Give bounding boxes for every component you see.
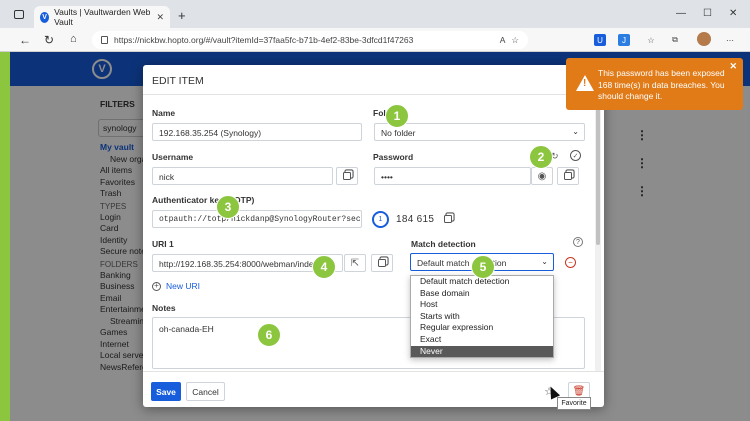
extension-icon[interactable]: J <box>618 34 630 46</box>
new-tab-icon[interactable]: + <box>178 8 186 23</box>
cancel-button[interactable]: Cancel <box>186 382 225 401</box>
back-icon[interactable]: ← <box>19 33 31 47</box>
annotation-marker-6: 6 <box>257 323 281 347</box>
copy-icon <box>564 172 572 180</box>
more-icon[interactable]: ⋯ <box>724 34 736 46</box>
bitwarden-extension-icon[interactable]: U <box>594 34 606 46</box>
annotation-marker-4: 4 <box>312 255 336 279</box>
tab-actions-icon[interactable] <box>14 10 24 19</box>
uri-label: URI 1 <box>152 239 174 249</box>
match-option[interactable]: Host <box>411 299 553 311</box>
annotation-marker-1: 1 <box>385 104 409 128</box>
password-label: Password <box>373 152 414 162</box>
totp-input[interactable]: otpauth://totp/nickdanp@SynologyRouter?s… <box>152 210 362 228</box>
toast-message: This password has been exposed 168 time(… <box>598 68 725 101</box>
annotation-marker-3: 3 <box>216 195 240 219</box>
address-bar: ← ↻ ⌂ https://nickbw.hopto.org/#/vault?i… <box>0 28 750 52</box>
match-detection-label: Match detection <box>411 239 476 249</box>
name-label: Name <box>152 108 176 118</box>
copy-totp-button[interactable] <box>437 210 459 228</box>
match-option[interactable]: Base domain <box>411 288 553 300</box>
close-tab-icon[interactable]: ✕ <box>156 12 164 23</box>
copy-icon <box>444 215 452 223</box>
external-link-icon: ⇱ <box>350 257 360 269</box>
warning-icon: ! <box>576 75 594 91</box>
copy-password-button[interactable] <box>557 167 579 185</box>
match-option[interactable]: Regular expression <box>411 322 553 334</box>
modal-footer: Save Cancel ☆ 🗑 <box>143 371 604 407</box>
match-detection-dropdown: Default match detection Base domain Host St… <box>410 275 554 359</box>
password-exposed-toast: ! This password has been exposed 168 tim… <box>566 58 743 110</box>
new-uri-button[interactable]: + New URI <box>152 281 200 291</box>
browser-tab[interactable]: V Vaults | Vaultwarden Web Vault ✕ <box>34 6 170 28</box>
tab-bar: V Vaults | Vaultwarden Web Vault ✕ + — ☐… <box>0 0 750 28</box>
trash-icon: 🗑 <box>572 386 586 397</box>
favorites-icon[interactable]: ☆ <box>645 34 657 46</box>
collections-icon[interactable]: ⧉ <box>669 34 681 46</box>
modal-title: EDIT ITEM <box>143 65 604 95</box>
match-option[interactable]: Never <box>411 345 553 358</box>
annotation-marker-5: 5 <box>471 255 495 279</box>
vaultwarden-favicon-icon: V <box>40 11 50 23</box>
new-uri-label: New URI <box>166 281 201 291</box>
help-icon[interactable]: ? <box>573 237 583 247</box>
minimize-icon[interactable]: — <box>676 8 686 19</box>
notes-label: Notes <box>152 303 176 313</box>
close-window-icon[interactable]: ✕ <box>729 8 737 19</box>
check-password-icon[interactable]: ✓ <box>570 150 581 161</box>
toggle-visibility-button[interactable]: ◉ <box>531 167 553 185</box>
totp-countdown: 1 <box>372 211 389 228</box>
chevron-down-icon: ⌄ <box>541 257 548 266</box>
totp-code: 184 615 <box>396 214 435 225</box>
url-field[interactable]: https://nickbw.hopto.org/#/vault?itemId=… <box>92 31 528 49</box>
close-toast-icon[interactable]: ✕ <box>729 61 737 72</box>
username-input[interactable]: nick <box>152 167 333 185</box>
copy-icon <box>378 259 386 267</box>
home-icon[interactable]: ⌂ <box>70 33 77 45</box>
remove-uri-icon[interactable]: − <box>565 257 576 268</box>
chevron-down-icon: ⌄ <box>572 127 579 136</box>
copy-uri-button[interactable] <box>371 254 393 272</box>
folder-select-value: No folder <box>381 128 416 138</box>
plus-circle-icon: + <box>152 281 161 291</box>
name-input[interactable]: 192.168.35.254 (Synology) <box>152 123 362 141</box>
url-text: https://nickbw.hopto.org/#/vault?itemId=… <box>114 35 414 45</box>
eye-icon: ◉ <box>537 170 547 182</box>
read-aloud-icon[interactable]: A <box>500 35 506 45</box>
match-option[interactable]: Starts with <box>411 311 553 323</box>
maximize-icon[interactable]: ☐ <box>703 8 712 19</box>
favorite-star-icon[interactable]: ☆ <box>511 35 519 46</box>
browser-chrome: V Vaults | Vaultwarden Web Vault ✕ + — ☐… <box>0 0 750 52</box>
password-input[interactable]: •••• <box>374 167 531 185</box>
reload-icon[interactable]: ↻ <box>44 33 54 47</box>
username-label: Username <box>152 152 194 162</box>
profile-avatar[interactable] <box>697 32 711 46</box>
annotation-marker-2: 2 <box>529 145 553 169</box>
copy-icon <box>343 172 351 180</box>
launch-uri-button[interactable]: ⇱ <box>344 254 366 272</box>
favorite-tooltip: Favorite <box>557 397 591 410</box>
modal-scrollbar[interactable] <box>595 95 601 371</box>
tab-title: Vaults | Vaultwarden Web Vault <box>54 7 151 27</box>
copy-username-button[interactable] <box>336 167 358 185</box>
save-button[interactable]: Save <box>151 382 181 401</box>
folder-select[interactable]: No folder ⌄ <box>374 123 585 141</box>
match-option[interactable]: Exact <box>411 334 553 346</box>
lock-icon <box>101 36 108 44</box>
scrollbar-thumb[interactable] <box>596 99 600 245</box>
